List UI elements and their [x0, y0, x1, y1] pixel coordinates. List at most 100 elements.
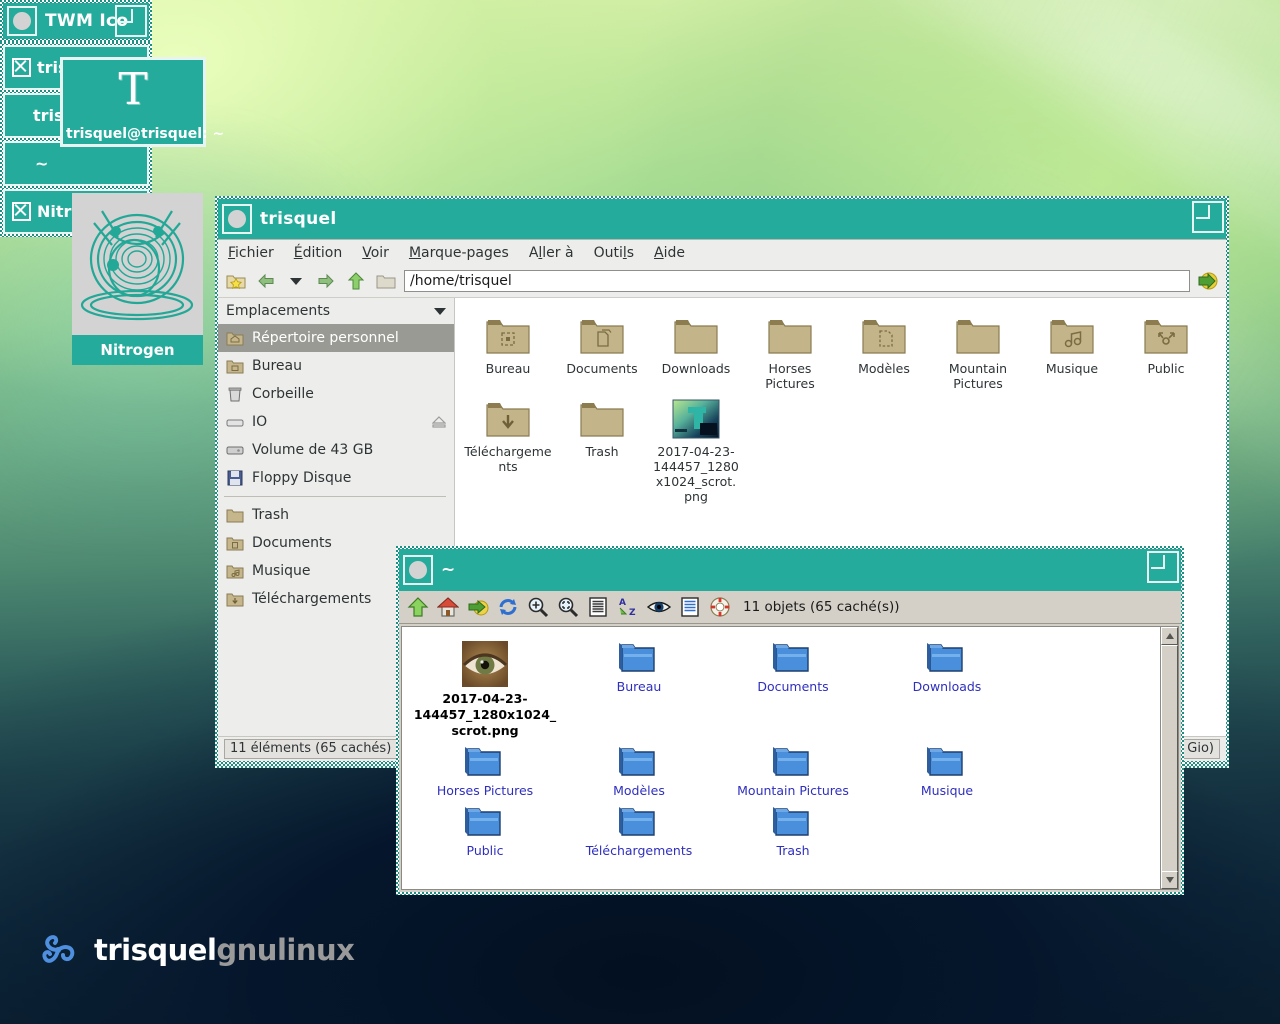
- twm-icon-manager-titlebar[interactable]: TWM Ico: [0, 0, 152, 42]
- status-right-text: Gio): [1181, 739, 1220, 759]
- close-icon[interactable]: [12, 202, 31, 221]
- file-item-label: 2017-04-23-144457_1280x1024_scrot.png: [413, 691, 557, 738]
- logo-text-secondary: gnulinux: [216, 933, 355, 967]
- menu-marque-pages[interactable]: Marque-pages: [409, 245, 509, 261]
- menu-outils-label: s: [626, 244, 635, 261]
- scrollbar-track[interactable]: [1161, 645, 1178, 873]
- menu-aller-a[interactable]: Aller à: [529, 245, 574, 261]
- window-menu-button[interactable]: [222, 204, 252, 234]
- file-item[interactable]: Téléchargements: [461, 391, 555, 504]
- menu-aide[interactable]: Aide: [654, 245, 685, 261]
- menu-fichier[interactable]: Fichier: [228, 245, 274, 261]
- file-item-label: Téléchargements: [585, 843, 693, 858]
- vertical-scrollbar[interactable]: [1160, 627, 1178, 889]
- zoom-fit-icon[interactable]: [557, 596, 579, 618]
- sidebar-item-floppy-disque[interactable]: Floppy Disque: [218, 464, 454, 492]
- scroll-up-button[interactable]: [1161, 627, 1178, 645]
- file-item[interactable]: Documents: [716, 635, 870, 739]
- file-item[interactable]: Modèles: [837, 308, 931, 391]
- zoom-in-icon[interactable]: [527, 596, 549, 618]
- window-menu-button[interactable]: [403, 555, 433, 585]
- chevron-down-icon[interactable]: [284, 270, 308, 292]
- sidebar-item-label: IO: [252, 414, 268, 430]
- public-folder-icon: [1144, 320, 1188, 354]
- file-manager-2-icon-view[interactable]: 2017-04-23-144457_1280x1024_scrot.png Bu…: [402, 627, 1160, 889]
- file-item[interactable]: Public: [1119, 308, 1213, 391]
- file-item[interactable]: Downloads: [870, 635, 1024, 739]
- resize-handle-icon[interactable]: [115, 5, 147, 37]
- file-item[interactable]: Bureau: [461, 308, 555, 391]
- file-item[interactable]: Musique: [1025, 308, 1119, 391]
- nitrogen-window-icon[interactable]: Nitrogen: [72, 193, 203, 365]
- resize-handle-icon[interactable]: [1147, 551, 1179, 583]
- file-item[interactable]: 2017-04-23-144457_1280x1024_scrot.png: [408, 635, 562, 739]
- sidebar-item-repertoire-personnel[interactable]: Répertoire personnel: [218, 324, 454, 352]
- places-header[interactable]: Emplacements: [218, 298, 454, 324]
- up-arrow-icon[interactable]: [344, 270, 368, 292]
- go-icon[interactable]: [467, 596, 489, 618]
- list-view-icon[interactable]: [587, 596, 609, 618]
- file-item-label: Musique: [920, 783, 974, 798]
- go-arrow-icon[interactable]: [1196, 270, 1220, 292]
- file-item[interactable]: Mountain Pictures: [931, 308, 1025, 391]
- floppy-icon: [227, 470, 243, 486]
- file-item[interactable]: Horses Pictures: [743, 308, 837, 391]
- home-icon[interactable]: [437, 596, 459, 618]
- sidebar-divider: [224, 496, 446, 497]
- scrollbar-thumb[interactable]: [1161, 645, 1178, 873]
- file-item[interactable]: 2017-04-23-144457_1280x1024_scrot.png: [649, 391, 743, 504]
- home-folder-icon: [226, 332, 244, 346]
- close-icon[interactable]: [12, 58, 31, 77]
- refresh-icon[interactable]: [497, 596, 519, 618]
- window-menu-button[interactable]: [7, 6, 37, 36]
- menu-edition[interactable]: Édition: [294, 245, 342, 261]
- eject-icon[interactable]: [432, 416, 446, 428]
- sidebar-item-label: Téléchargements: [252, 591, 372, 607]
- sidebar-item-trash[interactable]: Trash: [218, 501, 454, 529]
- path-input[interactable]: /home/trisquel: [404, 270, 1190, 292]
- back-arrow-icon[interactable]: [254, 270, 278, 292]
- sidebar-item-volume-43gb[interactable]: Volume de 43 GB: [218, 436, 454, 464]
- file-item[interactable]: Mountain Pictures: [716, 739, 870, 799]
- show-hidden-eye-icon[interactable]: [647, 597, 671, 617]
- bookmark-star-icon[interactable]: [224, 270, 248, 292]
- file-item[interactable]: Téléchargements: [562, 799, 716, 859]
- file-manager-2-title: ~: [441, 560, 456, 580]
- file-manager-2-titlebar[interactable]: ~: [399, 549, 1181, 591]
- detail-view-icon[interactable]: [679, 596, 701, 618]
- file-item[interactable]: Trash: [716, 799, 870, 859]
- sidebar-item-label: Musique: [252, 563, 311, 579]
- file-item[interactable]: Downloads: [649, 308, 743, 391]
- forward-arrow-icon[interactable]: [314, 270, 338, 292]
- downloads-folder-icon: [226, 593, 244, 607]
- file-item-label: Trash: [776, 843, 810, 858]
- sort-az-icon[interactable]: A Z: [617, 596, 639, 618]
- sidebar-item-io[interactable]: IO: [218, 408, 454, 436]
- file-item[interactable]: Trash: [555, 391, 649, 504]
- file-item[interactable]: Bureau: [562, 635, 716, 739]
- file-item[interactable]: Musique: [870, 739, 1024, 799]
- menu-outils[interactable]: Outils: [594, 245, 634, 261]
- file-item[interactable]: Modèles: [562, 739, 716, 799]
- xterm-window-icon[interactable]: T trisquel@trisquel: ~: [60, 57, 224, 147]
- svg-text:Z: Z: [629, 608, 636, 618]
- folder-icon: [674, 320, 718, 354]
- file-manager-titlebar[interactable]: trisquel: [218, 199, 1226, 239]
- sidebar-item-corbeille[interactable]: Corbeille: [218, 380, 454, 408]
- file-item[interactable]: Documents: [555, 308, 649, 391]
- menu-edition-label: dition: [302, 244, 343, 261]
- file-item-label: Downloads: [912, 679, 982, 694]
- file-item[interactable]: Horses Pictures: [408, 739, 562, 799]
- file-manager-2-window: ~ A Z 11 objets (65 caché(s)) 2017-04-23…: [396, 546, 1184, 895]
- file-item[interactable]: Public: [408, 799, 562, 859]
- folder-blue-icon: [927, 747, 963, 776]
- sidebar-item-bureau[interactable]: Bureau: [218, 352, 454, 380]
- open-folder-icon[interactable]: [374, 270, 398, 292]
- chevron-down-icon[interactable]: [434, 307, 446, 315]
- menu-voir[interactable]: Voir: [362, 245, 389, 261]
- up-arrow-icon[interactable]: [407, 596, 429, 618]
- resize-handle-icon[interactable]: [1192, 201, 1224, 233]
- scroll-down-button[interactable]: [1161, 871, 1178, 889]
- help-icon[interactable]: [709, 596, 731, 618]
- twm-icon-entry[interactable]: ~: [3, 141, 149, 186]
